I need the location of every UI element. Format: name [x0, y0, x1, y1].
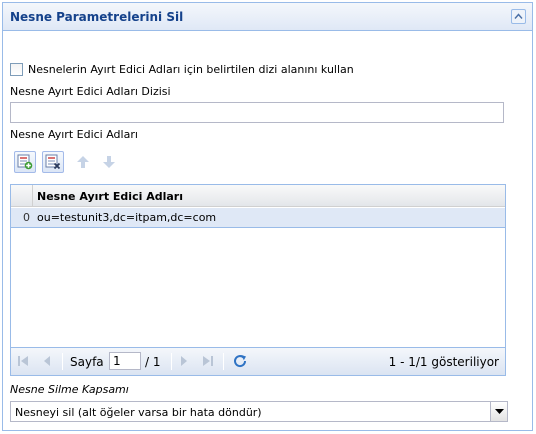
panel-title: Nesne Parametrelerini Sil: [10, 10, 184, 24]
delete-object-parameters-panel: Nesne Parametrelerini Sil Nesnelerin Ayı…: [2, 2, 533, 431]
refresh-button[interactable]: [232, 353, 248, 372]
grid-column-header[interactable]: Nesne Ayırt Edici Adları: [37, 190, 183, 203]
array-field-input[interactable]: [10, 102, 504, 123]
use-array-checkbox[interactable]: [10, 63, 23, 76]
last-page-button[interactable]: [202, 354, 214, 371]
dropdown-trigger[interactable]: [490, 402, 507, 421]
move-down-icon: [103, 156, 115, 168]
delete-scope-value: Nesneyi sil (alt öğeler varsa bir hata d…: [15, 406, 262, 419]
next-page-button[interactable]: [178, 354, 190, 371]
names-grid: Nesne Ayırt Edici Adları 0 ou=testunit3,…: [10, 184, 506, 348]
array-field-label: Nesne Ayırt Edici Adları Dizisi: [10, 85, 171, 98]
chevron-up-icon: [514, 13, 523, 19]
delete-row-button[interactable]: [42, 151, 64, 173]
add-row-icon: [17, 154, 33, 170]
move-up-button[interactable]: [72, 151, 94, 173]
pager-separator: [223, 353, 224, 370]
grid-header: Nesne Ayırt Edici Adları: [11, 185, 505, 207]
pager-separator: [62, 353, 63, 370]
grid-pager: Sayfa 1 / 1 1 - 1/1 gösteriliyor: [10, 348, 506, 376]
row-index: 0: [23, 211, 30, 224]
row-number-header: [11, 185, 33, 207]
pager-display-info: 1 - 1/1 gösteriliyor: [388, 355, 499, 369]
previous-page-icon: [44, 356, 50, 366]
pager-separator: [171, 353, 172, 370]
panel-header: Nesne Parametrelerini Sil: [3, 3, 532, 31]
page-count: / 1: [145, 355, 161, 369]
move-down-button[interactable]: [98, 151, 120, 173]
delete-row-icon: [45, 154, 61, 170]
last-page-icon: [203, 356, 213, 366]
chevron-down-icon: [495, 409, 504, 414]
row-value[interactable]: ou=testunit3,dc=itpam,dc=com: [37, 211, 216, 224]
table-row[interactable]: 0 ou=testunit3,dc=itpam,dc=com: [11, 208, 505, 228]
first-page-icon: [18, 356, 28, 366]
next-page-icon: [181, 356, 187, 366]
use-array-checkbox-label: Nesnelerin Ayırt Edici Adları için belir…: [28, 63, 354, 76]
page-number-input[interactable]: 1: [109, 352, 141, 370]
collapse-button[interactable]: [511, 9, 526, 24]
move-up-icon: [77, 156, 89, 168]
previous-page-button[interactable]: [41, 354, 53, 371]
refresh-icon: [234, 355, 247, 368]
delete-scope-label: Nesne Silme Kapsamı: [10, 383, 129, 396]
page-label: Sayfa: [70, 355, 104, 369]
add-row-button[interactable]: [14, 151, 36, 173]
delete-scope-select[interactable]: Nesneyi sil (alt öğeler varsa bir hata d…: [10, 401, 508, 422]
names-label: Nesne Ayırt Edici Adları: [10, 128, 138, 141]
first-page-button[interactable]: [17, 354, 29, 371]
